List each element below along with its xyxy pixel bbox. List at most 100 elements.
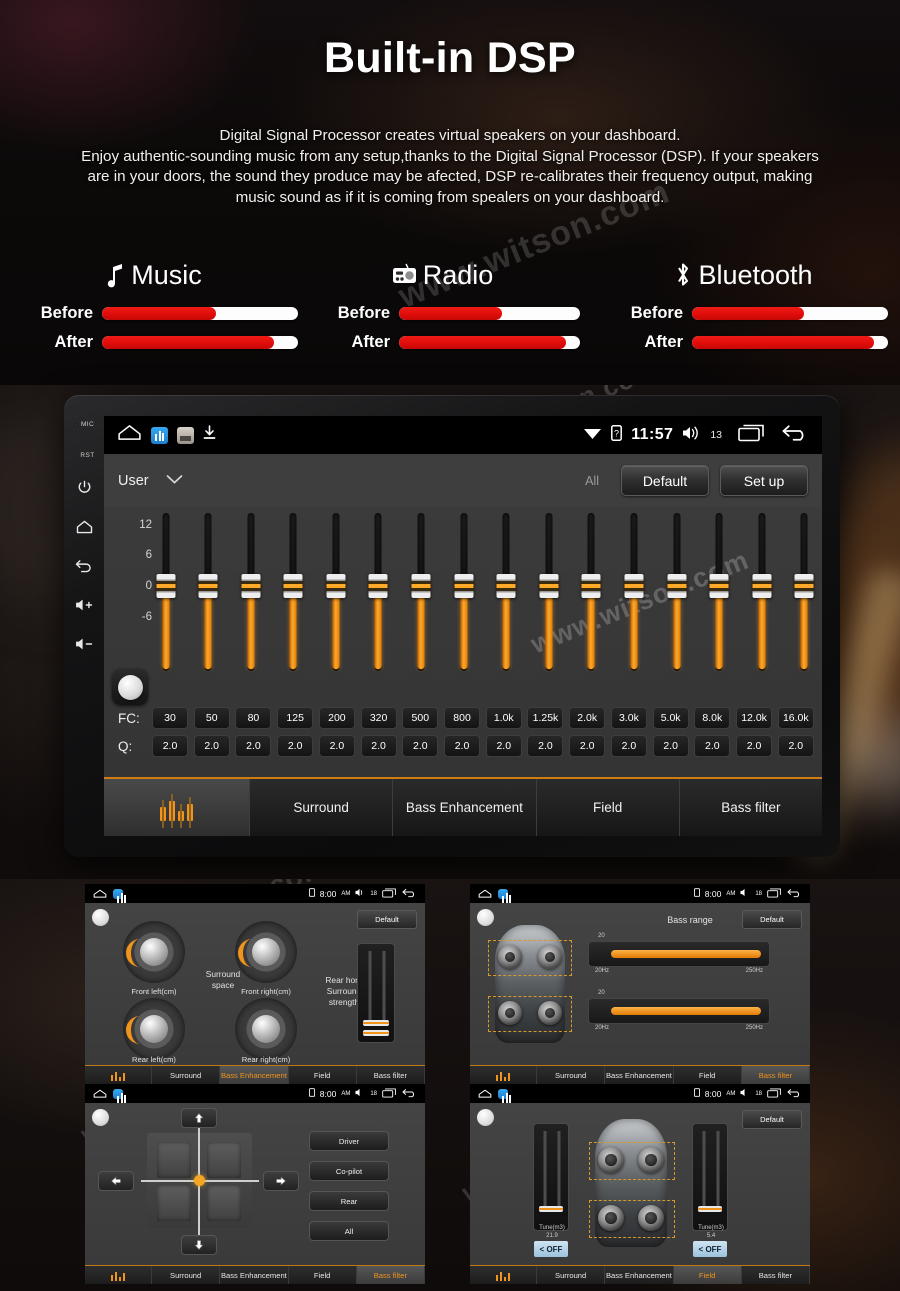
right-arrow-button[interactable]: [263, 1171, 299, 1191]
fc-cell[interactable]: 5.0k: [652, 707, 689, 729]
recents-icon[interactable]: [738, 423, 766, 447]
tab-equalizer[interactable]: [104, 779, 250, 836]
eq-slider-16.0k[interactable]: [794, 513, 814, 671]
slider-handle[interactable]: [581, 574, 601, 598]
off-button-right[interactable]: < OFF: [693, 1241, 727, 1257]
slider-handle[interactable]: [454, 574, 474, 598]
q-cell[interactable]: 2.0: [610, 735, 647, 757]
slider-handle[interactable]: [326, 574, 346, 598]
fc-cell[interactable]: 1.0k: [485, 707, 522, 729]
off-button-left[interactable]: < OFF: [534, 1241, 568, 1257]
preset-selector-label[interactable]: User: [118, 473, 149, 489]
position-button-rear[interactable]: Rear: [309, 1191, 389, 1211]
position-button-driver[interactable]: Driver: [309, 1131, 389, 1151]
back-icon[interactable]: [75, 559, 93, 573]
fader-left[interactable]: [533, 1123, 569, 1231]
tab-bass-enhancement[interactable]: Bass Enhancement: [605, 1266, 674, 1284]
tab-bass-filter[interactable]: Bass filter: [356, 1266, 425, 1284]
slider-handle[interactable]: [624, 574, 644, 598]
eq-slider-8.0k[interactable]: [709, 513, 729, 671]
up-arrow-button[interactable]: [181, 1108, 217, 1128]
volume-down-icon[interactable]: [74, 637, 94, 651]
fader-right[interactable]: [692, 1123, 728, 1231]
default-button[interactable]: Default: [742, 910, 802, 929]
tab-surround[interactable]: Surround: [152, 1066, 221, 1084]
rear-horn-fader[interactable]: [357, 943, 395, 1043]
eq-slider-1.0k[interactable]: [496, 513, 516, 671]
tab-bass-filter[interactable]: Bass filter: [357, 1066, 425, 1084]
slider-handle[interactable]: [156, 574, 175, 598]
slider-handle[interactable]: [539, 574, 559, 598]
fc-cell[interactable]: 200: [318, 707, 355, 729]
chevron-down-icon[interactable]: [166, 472, 183, 490]
all-label[interactable]: All: [585, 474, 599, 488]
fc-cell[interactable]: 800: [444, 707, 481, 729]
eq-slider-5.0k[interactable]: [667, 513, 687, 671]
tab-field[interactable]: Field: [674, 1066, 742, 1084]
tab-surround[interactable]: Surround: [250, 779, 394, 836]
tab-bass-enhancement[interactable]: Bass Enhancement: [393, 779, 537, 836]
fc-cell[interactable]: 3.0k: [610, 707, 647, 729]
tab-equalizer[interactable]: [85, 1066, 152, 1084]
thumbnail-surround-screen[interactable]: 8:00 AM 18 Default Front left(cm) Front …: [85, 884, 425, 1084]
fc-cell[interactable]: 2.0k: [569, 707, 606, 729]
eq-slider-50[interactable]: [198, 513, 218, 671]
recorder-app-icon[interactable]: [151, 426, 168, 444]
knob-rear-right[interactable]: [235, 998, 297, 1060]
tab-equalizer[interactable]: [85, 1266, 152, 1284]
home-icon[interactable]: [76, 520, 93, 534]
q-cell[interactable]: 2.0: [736, 735, 773, 757]
q-cell[interactable]: 2.0: [694, 735, 731, 757]
home-icon[interactable]: [117, 424, 142, 446]
q-cell[interactable]: 2.0: [777, 735, 814, 757]
fc-cell[interactable]: 125: [277, 707, 314, 729]
q-cell[interactable]: 2.0: [193, 735, 230, 757]
fc-cell[interactable]: 8.0k: [694, 707, 731, 729]
tab-bass-enhancement[interactable]: Bass Enhancement: [220, 1066, 289, 1084]
slider-handle[interactable]: [198, 574, 218, 598]
q-cell[interactable]: 2.0: [402, 735, 439, 757]
fc-cell[interactable]: 12.0k: [736, 707, 773, 729]
position-button-all[interactable]: All: [309, 1221, 389, 1241]
fc-cell[interactable]: 50: [193, 707, 230, 729]
left-arrow-button[interactable]: [98, 1171, 134, 1191]
q-cell[interactable]: 2.0: [485, 735, 522, 757]
thumbnail-field-position-screen[interactable]: 8:00 AM 18 Driver Co-pilot Rear All Surr…: [85, 1084, 425, 1284]
tab-field[interactable]: Field: [536, 779, 680, 836]
down-arrow-button[interactable]: [181, 1235, 217, 1255]
position-button-copilot[interactable]: Co-pilot: [309, 1161, 389, 1181]
thumbnail-field-screen[interactable]: 8:00 AM 18 Default Tune(m3) 21.9 < OFF T…: [470, 1084, 810, 1284]
tab-bass-enhancement[interactable]: Bass Enhancement: [220, 1266, 289, 1284]
tab-surround[interactable]: Surround: [152, 1266, 221, 1284]
knob-rear-left[interactable]: [123, 998, 185, 1060]
q-cell[interactable]: 2.0: [652, 735, 689, 757]
slider-handle[interactable]: [241, 574, 261, 598]
q-cell[interactable]: 2.0: [527, 735, 564, 757]
q-cell[interactable]: 2.0: [235, 735, 272, 757]
fc-cell[interactable]: 500: [402, 707, 439, 729]
slider-handle[interactable]: [411, 574, 431, 598]
tab-equalizer[interactable]: [470, 1066, 537, 1084]
tab-surround[interactable]: Surround: [537, 1066, 606, 1084]
eq-slider-80[interactable]: [241, 513, 261, 671]
file-app-icon[interactable]: [177, 426, 194, 444]
volume-up-icon[interactable]: [74, 598, 94, 612]
tab-surround[interactable]: Surround: [537, 1266, 606, 1284]
fc-cell[interactable]: 1.25k: [527, 707, 564, 729]
default-button[interactable]: Default: [742, 1110, 802, 1129]
tab-bass-filter[interactable]: Bass filter: [679, 779, 822, 836]
slider-handle[interactable]: [496, 574, 516, 598]
tab-field[interactable]: Field: [289, 1066, 357, 1084]
tab-bass-filter[interactable]: Bass filter: [742, 1266, 810, 1284]
bass-range-slider-front[interactable]: 20 20Hz 250Hz: [588, 933, 770, 974]
fc-cell[interactable]: 320: [360, 707, 397, 729]
eq-round-button[interactable]: [112, 669, 148, 705]
fc-cell[interactable]: 16.0k: [777, 707, 814, 729]
download-icon[interactable]: [203, 425, 216, 445]
thumbnail-bass-filter-screen[interactable]: 8:00 AM 18 Default Bass range 20 20Hz 25…: [470, 884, 810, 1084]
round-indicator[interactable]: [92, 1109, 109, 1126]
back-icon[interactable]: [782, 423, 809, 447]
fc-cell[interactable]: 30: [152, 707, 188, 729]
eq-slider-320[interactable]: [368, 513, 388, 671]
q-cell[interactable]: 2.0: [318, 735, 355, 757]
